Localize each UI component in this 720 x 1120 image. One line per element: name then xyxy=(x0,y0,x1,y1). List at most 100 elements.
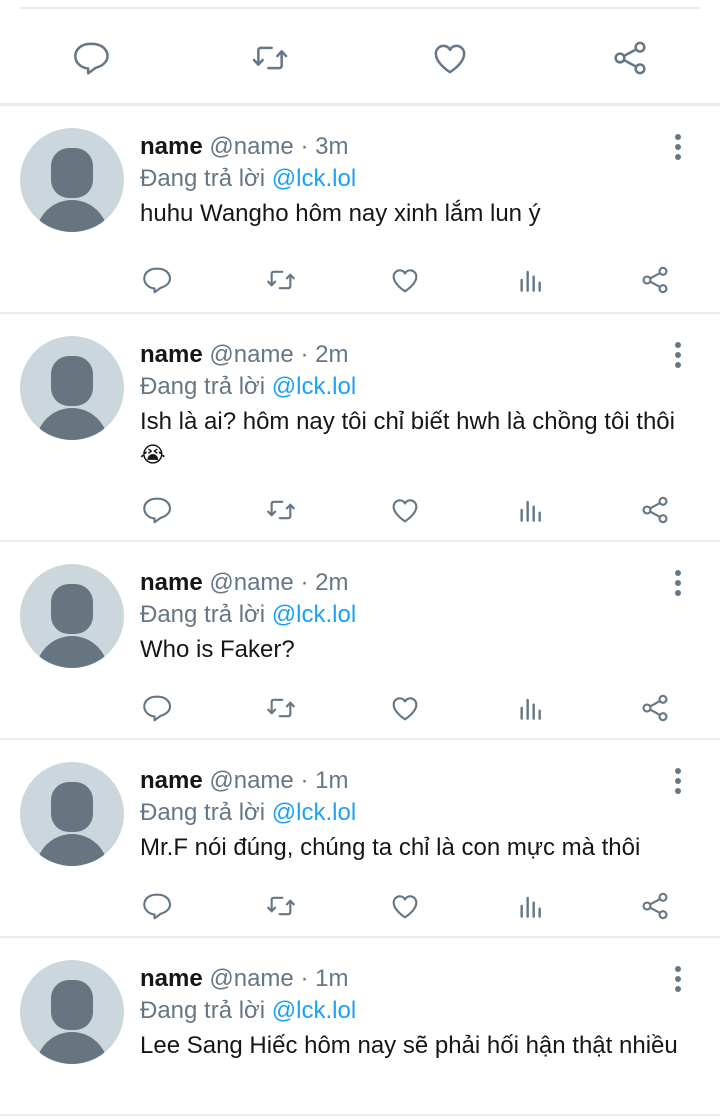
reply-text: Who is Faker? xyxy=(140,636,295,663)
reply-text: huhu Wangho hôm nay xinh lắm lun ý xyxy=(140,200,541,227)
reply-text: Mr.F nói đúng, chúng ta chỉ là con mực m… xyxy=(140,834,641,861)
reply-action-bar xyxy=(0,888,720,924)
reply-text: Lee Sang Hiếc hôm nay sẽ phải hối hận th… xyxy=(140,1032,678,1059)
retweet-button[interactable] xyxy=(263,888,299,924)
replying-to: Đang trả lời @lck.lol xyxy=(140,997,357,1024)
share-button[interactable] xyxy=(637,262,673,298)
more-options-button[interactable] xyxy=(668,340,688,370)
reply-button[interactable] xyxy=(138,492,174,528)
analytics-icon xyxy=(520,896,541,918)
retweet-icon xyxy=(267,698,295,718)
top-divider xyxy=(20,7,700,9)
reply-icon xyxy=(143,497,172,524)
retweet-icon xyxy=(267,500,295,520)
replying-to: Đang trả lời @lck.lol xyxy=(140,373,357,400)
reply-header: name @name · 3m xyxy=(140,132,348,162)
main-tweet-action-bar xyxy=(0,10,720,104)
reply-header: name @name · 1m xyxy=(140,766,348,796)
main-reply-button[interactable] xyxy=(68,36,112,80)
reply-header: name @name · 2m xyxy=(140,340,348,370)
handle-and-time: @name · 2m xyxy=(202,569,349,596)
reply-item[interactable]: name @name · 1m Đang trả lời @lck.lol Mr… xyxy=(0,740,720,938)
retweet-icon xyxy=(267,896,295,916)
main-retweet-button[interactable] xyxy=(248,36,292,80)
like-icon xyxy=(392,697,418,721)
analytics-icon xyxy=(520,500,541,522)
like-button[interactable] xyxy=(387,262,423,298)
replying-to-handle[interactable]: @lck.lol xyxy=(272,799,356,826)
share-button[interactable] xyxy=(637,690,673,726)
replying-to: Đang trả lời @lck.lol xyxy=(140,165,357,192)
reply-icon xyxy=(143,695,172,722)
display-name[interactable]: name xyxy=(140,133,203,160)
analytics-button[interactable] xyxy=(513,690,549,726)
reply-header: name @name · 2m xyxy=(140,568,348,598)
reply-icon xyxy=(143,893,172,920)
avatar[interactable] xyxy=(20,128,124,232)
analytics-button[interactable] xyxy=(513,492,549,528)
like-button[interactable] xyxy=(387,492,423,528)
analytics-icon xyxy=(520,270,541,292)
replying-to-handle[interactable]: @lck.lol xyxy=(272,601,356,628)
like-button[interactable] xyxy=(387,690,423,726)
share-icon xyxy=(642,694,668,722)
share-icon xyxy=(642,266,668,294)
retweet-button[interactable] xyxy=(263,690,299,726)
reply-header: name @name · 1m xyxy=(140,964,348,994)
reply-item[interactable]: name @name · 2m Đang trả lời @lck.lol Wh… xyxy=(0,542,720,740)
reply-item[interactable]: name @name · 3m Đang trả lời @lck.lol hu… xyxy=(0,106,720,314)
retweet-button[interactable] xyxy=(263,262,299,298)
display-name[interactable]: name xyxy=(140,965,203,992)
analytics-button[interactable] xyxy=(513,262,549,298)
share-icon xyxy=(642,892,668,920)
retweet-button[interactable] xyxy=(263,492,299,528)
reply-action-bar xyxy=(0,262,720,298)
handle-and-time: @name · 3m xyxy=(202,133,349,160)
avatar[interactable] xyxy=(20,762,124,866)
handle-and-time: @name · 2m xyxy=(202,341,349,368)
handle-and-time: @name · 1m xyxy=(202,767,349,794)
reply-action-bar xyxy=(0,492,720,528)
more-options-button[interactable] xyxy=(668,766,688,796)
retweet-icon xyxy=(267,270,295,290)
reply-button[interactable] xyxy=(138,262,174,298)
reply-button[interactable] xyxy=(138,888,174,924)
like-icon xyxy=(392,895,418,919)
display-name[interactable]: name xyxy=(140,569,203,596)
more-options-button[interactable] xyxy=(668,568,688,598)
reply-icon xyxy=(143,267,172,294)
main-share-button[interactable] xyxy=(608,36,652,80)
avatar[interactable] xyxy=(20,960,124,1064)
like-button[interactable] xyxy=(387,888,423,924)
reply-action-bar xyxy=(0,690,720,726)
reply-text: Ish là ai? hôm nay tôi chỉ biết hwh là c… xyxy=(140,408,675,467)
like-icon xyxy=(434,44,466,74)
main-like-button[interactable] xyxy=(428,36,472,80)
share-button[interactable] xyxy=(637,888,673,924)
more-options-button[interactable] xyxy=(668,964,688,994)
avatar[interactable] xyxy=(20,564,124,668)
replying-to-handle[interactable]: @lck.lol xyxy=(272,373,356,400)
retweet-icon xyxy=(252,46,288,70)
share-button[interactable] xyxy=(637,492,673,528)
replying-to-handle[interactable]: @lck.lol xyxy=(272,997,356,1024)
replying-to: Đang trả lời @lck.lol xyxy=(140,799,357,826)
reply-button[interactable] xyxy=(138,690,174,726)
display-name[interactable]: name xyxy=(140,767,203,794)
avatar[interactable] xyxy=(20,336,124,440)
reply-item[interactable]: name @name · 2m Đang trả lời @lck.lol Is… xyxy=(0,314,720,542)
like-icon xyxy=(392,269,418,293)
reply-icon xyxy=(74,42,109,75)
analytics-icon xyxy=(520,698,541,720)
replying-to-handle[interactable]: @lck.lol xyxy=(272,165,356,192)
crying-emoji: 😭 xyxy=(140,442,166,467)
handle-and-time: @name · 1m xyxy=(202,965,349,992)
display-name[interactable]: name xyxy=(140,341,203,368)
reply-item[interactable]: name @name · 1m Đang trả lời @lck.lol Le… xyxy=(0,938,720,1116)
share-icon xyxy=(642,496,668,524)
analytics-button[interactable] xyxy=(513,888,549,924)
replying-to: Đang trả lời @lck.lol xyxy=(140,601,357,628)
like-icon xyxy=(392,499,418,523)
share-icon xyxy=(614,41,646,75)
more-options-button[interactable] xyxy=(668,132,688,162)
